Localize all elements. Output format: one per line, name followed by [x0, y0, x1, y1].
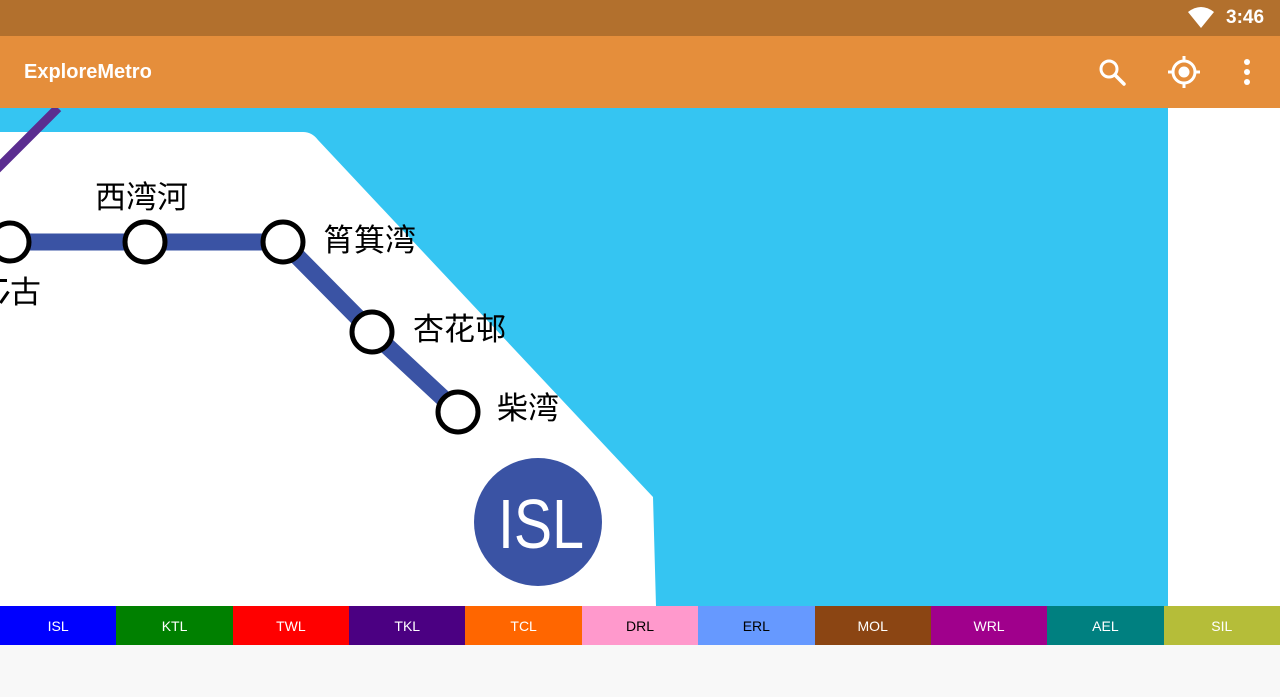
my-location-button[interactable]: [1166, 54, 1202, 90]
station-marker-taikoo[interactable]: [0, 220, 32, 264]
line-tab-ael[interactable]: AEL: [1047, 606, 1164, 645]
station-marker-shaukeiwan[interactable]: [260, 219, 306, 265]
line-tab-wrl[interactable]: WRL: [930, 606, 1048, 645]
app-bar: ExploreMetro: [0, 36, 1280, 108]
station-marker-chaiwan[interactable]: [435, 389, 481, 435]
line-tab-twl[interactable]: TWL: [232, 606, 350, 645]
line-tab-mol[interactable]: MOL: [814, 606, 931, 645]
station-label-saiwanho: 西湾河: [95, 180, 188, 216]
station-marker-saiwanho[interactable]: [122, 219, 168, 265]
my-location-icon: [1168, 56, 1200, 88]
station-label-chaiwan: 柴湾: [497, 391, 559, 427]
line-tab-tkl[interactable]: TKL: [349, 606, 466, 645]
line-tab-tcl[interactable]: TCL: [465, 606, 582, 645]
more-vert-icon: [1244, 59, 1250, 85]
line-selector: ISL KTL TWL TKL TCL DRL ERL MOL WRL AEL SIL: [0, 606, 1280, 645]
search-button[interactable]: [1094, 54, 1130, 90]
app-title: ExploreMetro: [24, 61, 152, 83]
metro-map-canvas[interactable]: 西湾河 筲箕湾 杏花邨 柴湾 古 ISL: [0, 108, 1280, 606]
station-marker-hengfachuen[interactable]: [349, 309, 395, 355]
bottom-area: [0, 645, 1280, 697]
line-tab-sil[interactable]: SIL: [1163, 606, 1280, 645]
taikoo-partial-glyph: [0, 279, 7, 282]
status-time: 3:46: [1226, 7, 1265, 28]
line-badge-isl[interactable]: ISL: [474, 458, 602, 586]
line-tab-drl[interactable]: DRL: [581, 606, 699, 645]
overflow-menu-button[interactable]: [1229, 54, 1265, 90]
metro-map[interactable]: 西湾河 筲箕湾 杏花邨 柴湾 古 ISL: [0, 108, 1280, 606]
map-edge: [1168, 108, 1280, 606]
station-label-hengfachuen: 杏花邨: [413, 312, 506, 348]
line-tab-ktl[interactable]: KTL: [116, 606, 233, 645]
line-tab-isl[interactable]: ISL: [0, 606, 117, 645]
station-label-shaukeiwan: 筲箕湾: [323, 223, 416, 259]
line-tab-erl[interactable]: ERL: [698, 606, 815, 645]
station-label-taikoo: 古: [10, 275, 41, 311]
wifi-icon: [1188, 7, 1214, 28]
status-bar: 3:46: [0, 0, 1280, 36]
line-badge-label: ISL: [498, 485, 584, 563]
search-icon: [1099, 59, 1126, 86]
